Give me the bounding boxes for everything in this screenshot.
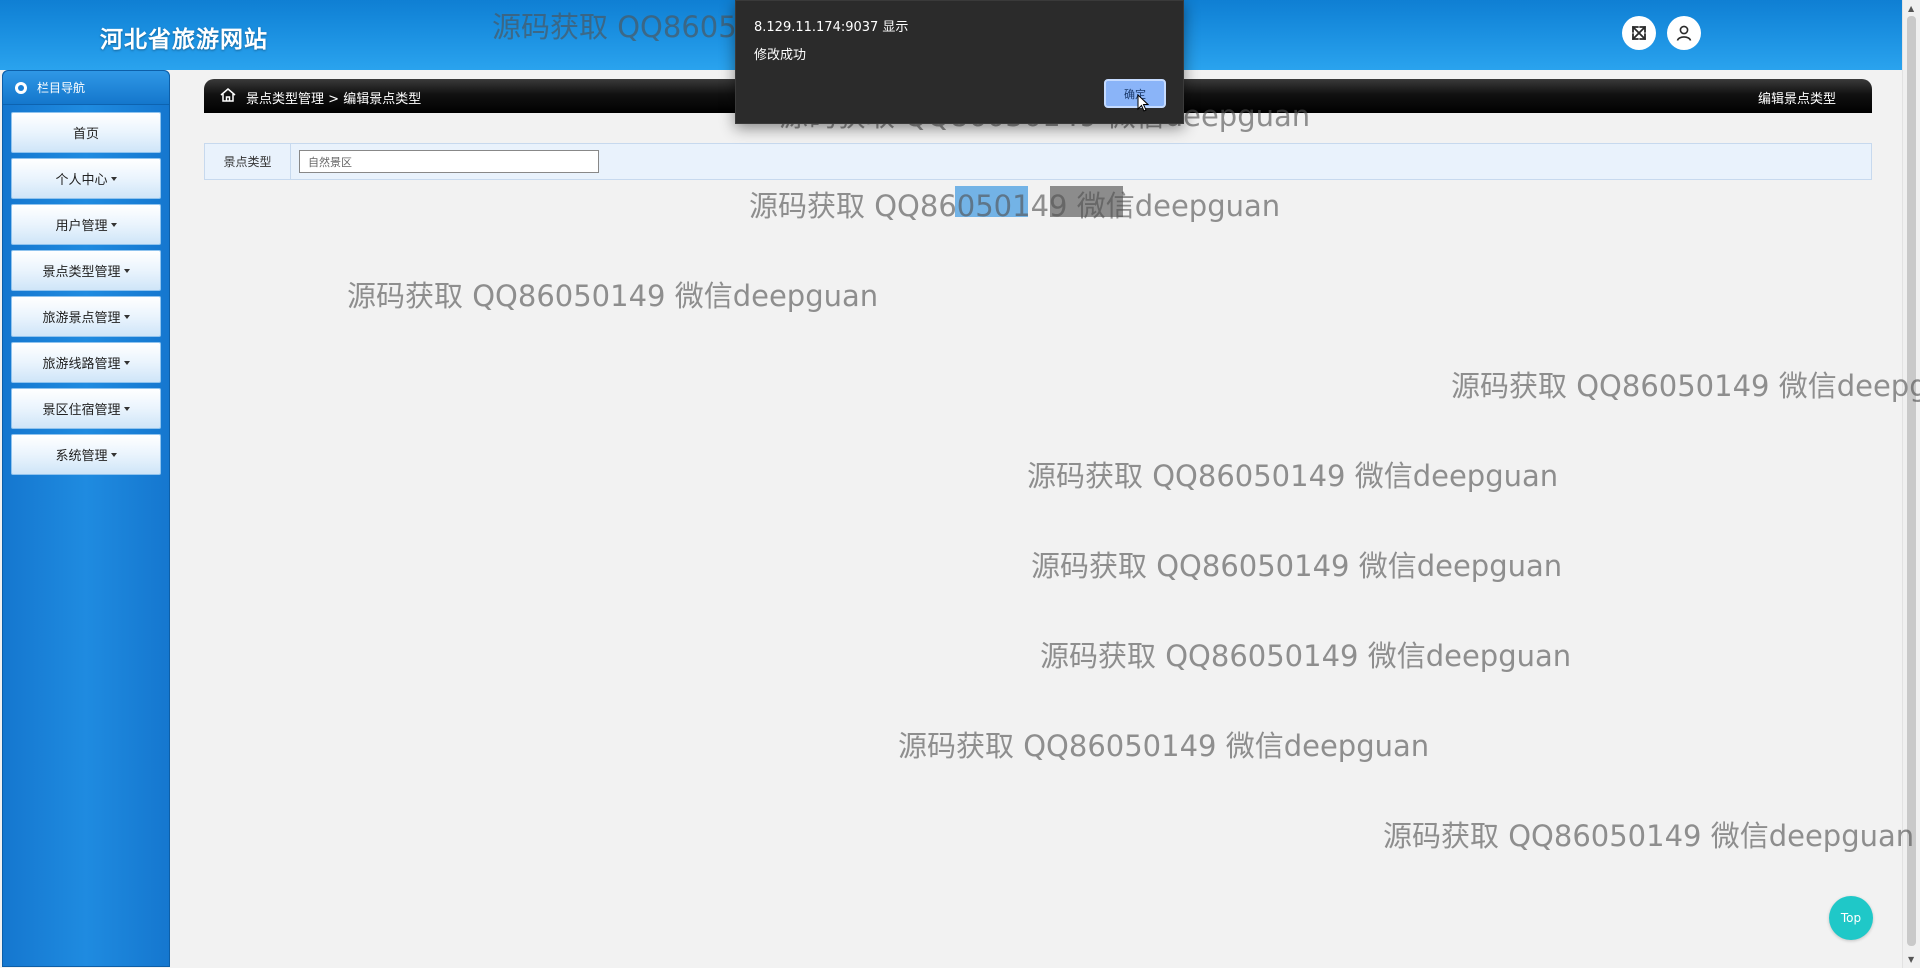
watermark-text: 源码获取 QQ86050149 微信deepguan <box>347 279 879 313</box>
scroll-down-arrow-icon[interactable]: ▼ <box>1908 955 1914 964</box>
caret-down-icon <box>123 406 130 411</box>
nav-dot-icon <box>15 81 27 94</box>
sidebar-item-attraction-type-management[interactable]: 景点类型管理 <box>11 250 161 291</box>
sidebar-item-label: 个人中心 <box>55 173 108 188</box>
dialog-message: 修改成功 <box>754 48 807 63</box>
sidebar-header: 栏目导航 <box>3 71 169 105</box>
user-icon[interactable] <box>1667 16 1701 50</box>
watermark-text: 源码获取 QQ86050149 微信deepguan <box>1027 459 1559 493</box>
watermark-text: 源码获取 QQ86050149 微信deepguan <box>1451 369 1920 403</box>
caret-down-icon <box>110 222 117 227</box>
sidebar-menu: 首页 个人中心 用户管理 景点类型管理 旅游景点管理 旅游线路管理 景区住宿管理… <box>3 105 169 475</box>
sidebar-item-system-management[interactable]: 系统管理 <box>11 434 161 475</box>
caret-down-icon <box>123 314 130 319</box>
sidebar-title: 栏目导航 <box>37 81 86 95</box>
sidebar-item-lodging-management[interactable]: 景区住宿管理 <box>11 388 161 429</box>
sidebar-item-label: 景点类型管理 <box>42 265 121 280</box>
sidebar-item-route-management[interactable]: 旅游线路管理 <box>11 342 161 383</box>
ok-button[interactable]: 确定 <box>1104 79 1166 108</box>
caret-down-icon <box>123 360 130 365</box>
sidebar-item-home[interactable]: 首页 <box>11 112 161 153</box>
site-title: 河北省旅游网站 <box>100 27 268 53</box>
watermark-text: 源码获取 QQ86050149 微信deepguan <box>749 189 1281 223</box>
caret-down-icon <box>110 452 117 457</box>
watermark-text: 源码获取 QQ86050149 微信deepguan <box>1040 639 1572 673</box>
mouse-pointer-icon <box>1137 94 1149 112</box>
caret-down-icon <box>123 268 130 273</box>
breadcrumb-separator: > <box>328 92 340 107</box>
sidebar-item-label: 旅游景点管理 <box>42 311 121 326</box>
breadcrumb-current: 编辑景点类型 <box>343 92 422 107</box>
sidebar-item-label: 旅游线路管理 <box>42 357 121 372</box>
watermark-text: 源码获取 QQ86050149 微信deepguan <box>1383 819 1915 853</box>
breadcrumb-path: 景点类型管理 > 编辑景点类型 <box>246 88 421 107</box>
sidebar-item-label: 用户管理 <box>55 219 108 234</box>
watermark-text: 源码获取 QQ86050149 微信deepguan <box>1031 549 1563 583</box>
scrollbar-thumb[interactable] <box>1907 16 1916 946</box>
caret-down-icon <box>110 176 117 181</box>
sidebar: 栏目导航 首页 个人中心 用户管理 景点类型管理 旅游景点管理 旅游线路管理 景… <box>2 70 170 967</box>
dialog-title: 8.129.11.174:9037 显示 <box>754 20 909 35</box>
attraction-type-input[interactable] <box>299 150 599 173</box>
sidebar-item-user-management[interactable]: 用户管理 <box>11 204 161 245</box>
attraction-type-label: 景点类型 <box>205 144 291 179</box>
fullscreen-icon[interactable] <box>1622 16 1656 50</box>
sidebar-item-label: 首页 <box>72 127 99 142</box>
back-to-top-button[interactable]: Top <box>1829 896 1873 940</box>
alert-dialog: 8.129.11.174:9037 显示 修改成功 确定 <box>735 0 1184 124</box>
watermark-text: 源码获取 QQ86050149 微信deepguan <box>898 729 1430 763</box>
scroll-up-arrow-icon[interactable]: ▲ <box>1908 4 1914 13</box>
page-title: 编辑景点类型 <box>1757 92 1836 107</box>
sidebar-item-personal-center[interactable]: 个人中心 <box>11 158 161 199</box>
attraction-type-form-row: 景点类型 <box>204 143 1872 180</box>
sidebar-item-label: 景区住宿管理 <box>42 403 121 418</box>
home-icon[interactable] <box>219 87 237 103</box>
breadcrumb-parent[interactable]: 景点类型管理 <box>246 92 324 107</box>
sidebar-item-label: 系统管理 <box>55 449 108 464</box>
sidebar-item-attraction-management[interactable]: 旅游景点管理 <box>11 296 161 337</box>
